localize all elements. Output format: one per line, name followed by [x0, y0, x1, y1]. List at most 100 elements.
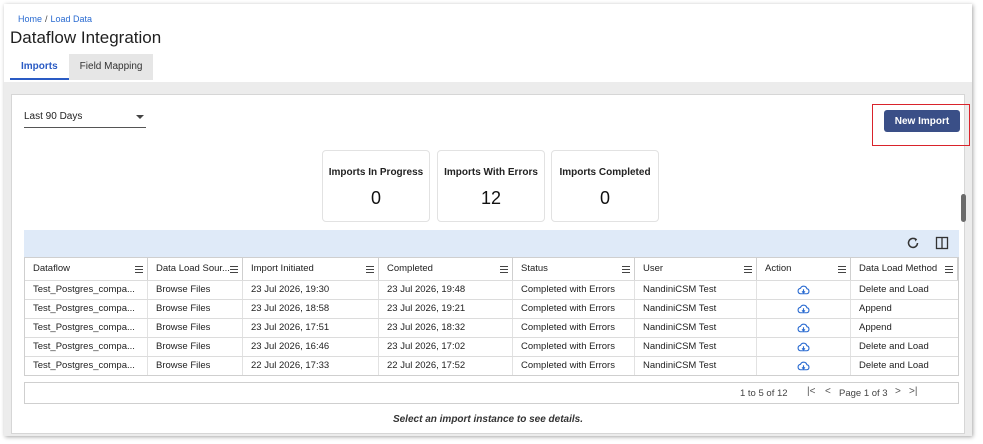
prev-page-button[interactable]: < [825, 386, 831, 397]
breadcrumb: Home / Load Data [18, 14, 92, 24]
stat-label: Imports Completed [559, 167, 651, 178]
cell-completed: 23 Jul 2026, 19:21 [379, 300, 513, 318]
refresh-icon[interactable] [906, 236, 920, 250]
column-header-completed[interactable]: Completed [379, 258, 513, 280]
column-header-status[interactable]: Status [513, 258, 635, 280]
chevron-down-icon [136, 115, 144, 119]
column-header-data-load-source[interactable]: Data Load Sour... [148, 258, 243, 280]
table-row[interactable]: Test_Postgres_compa... Browse Files 23 J… [25, 318, 958, 337]
cell-dataflow: Test_Postgres_compa... [25, 338, 148, 356]
column-header-dataflow[interactable]: Dataflow [25, 258, 148, 280]
cell-dataflow: Test_Postgres_compa... [25, 319, 148, 337]
imports-grid: Dataflow Data Load Sour... Import Initia… [24, 257, 959, 376]
pager-page-text: Page 1 of 3 [839, 388, 888, 399]
cell-user: NandiniCSM Test [635, 338, 757, 356]
breadcrumb-home-link[interactable]: Home [18, 14, 42, 24]
selection-hint: Select an import instance to see details… [392, 414, 584, 425]
cell-completed: 23 Jul 2026, 19:48 [379, 281, 513, 299]
cell-import-initiated: 23 Jul 2026, 17:51 [243, 319, 379, 337]
download-icon[interactable] [797, 303, 810, 316]
pager-summary: 1 to 5 of 12 [740, 388, 788, 399]
table-row[interactable]: Test_Postgres_compa... Browse Files 22 J… [25, 356, 958, 375]
cell-dataflow: Test_Postgres_compa... [25, 300, 148, 318]
date-range-select[interactable]: Last 90 Days [24, 110, 146, 128]
grid-pager: 1 to 5 of 12 |< < Page 1 of 3 > >| [24, 382, 959, 404]
download-icon[interactable] [797, 284, 810, 297]
stat-card-with-errors: Imports With Errors 12 [437, 150, 545, 222]
cell-user: NandiniCSM Test [635, 357, 757, 375]
breadcrumb-current-link[interactable]: Load Data [51, 14, 93, 24]
columns-icon[interactable] [935, 236, 949, 250]
cell-status: Completed with Errors [513, 319, 635, 337]
grid-toolbar [24, 230, 959, 257]
stat-label: Imports In Progress [328, 167, 424, 178]
cell-status: Completed with Errors [513, 300, 635, 318]
download-icon[interactable] [797, 322, 810, 335]
cell-dataflow: Test_Postgres_compa... [25, 357, 148, 375]
cell-data-load-source: Browse Files [148, 357, 243, 375]
cell-status: Completed with Errors [513, 357, 635, 375]
cell-user: NandiniCSM Test [635, 300, 757, 318]
stat-value: 0 [599, 188, 610, 208]
column-header-action[interactable]: Action [757, 258, 851, 280]
cell-data-load-source: Browse Files [148, 300, 243, 318]
column-header-import-initiated[interactable]: Import Initiated [243, 258, 379, 280]
table-row[interactable]: Test_Postgres_compa... Browse Files 23 J… [25, 280, 958, 299]
cell-action [757, 300, 851, 318]
stat-card-completed: Imports Completed 0 [551, 150, 659, 222]
cell-import-initiated: 23 Jul 2026, 16:46 [243, 338, 379, 356]
cell-status: Completed with Errors [513, 281, 635, 299]
cell-completed: 22 Jul 2026, 17:52 [379, 357, 513, 375]
column-header-user[interactable]: User [635, 258, 757, 280]
grid-header-row: Dataflow Data Load Sour... Import Initia… [25, 257, 958, 280]
table-row[interactable]: Test_Postgres_compa... Browse Files 23 J… [25, 299, 958, 318]
cell-completed: 23 Jul 2026, 17:02 [379, 338, 513, 356]
breadcrumb-separator: / [45, 14, 48, 24]
tab-bar: Imports Field Mapping [10, 54, 154, 80]
column-header-data-load-method[interactable]: Data Load Method [851, 258, 958, 280]
stat-value: 0 [370, 188, 381, 208]
menu-icon[interactable] [744, 266, 752, 273]
cell-import-initiated: 23 Jul 2026, 18:58 [243, 300, 379, 318]
last-page-button[interactable]: >| [909, 386, 917, 397]
date-range-value: Last 90 Days [24, 111, 83, 122]
tab-field-mapping[interactable]: Field Mapping [68, 54, 154, 80]
cell-data-load-method: Append [859, 303, 892, 314]
cell-user: NandiniCSM Test [635, 281, 757, 299]
cell-completed: 23 Jul 2026, 18:32 [379, 319, 513, 337]
menu-icon[interactable] [135, 266, 143, 273]
cell-dataflow: Test_Postgres_compa... [25, 281, 148, 299]
cell-action [757, 338, 851, 356]
cell-status: Completed with Errors [513, 338, 635, 356]
page-scrollbar[interactable] [961, 194, 966, 222]
stat-label: Imports With Errors [444, 167, 538, 178]
cell-data-load-method: Append [859, 322, 892, 333]
first-page-button[interactable]: |< [807, 386, 815, 397]
new-import-button[interactable]: New Import [884, 110, 960, 132]
cell-data-load-method: Delete and Load [859, 360, 929, 371]
cell-data-load-source: Browse Files [148, 338, 243, 356]
cell-import-initiated: 23 Jul 2026, 19:30 [243, 281, 379, 299]
cell-data-load-source: Browse Files [148, 281, 243, 299]
menu-icon[interactable] [622, 266, 630, 273]
stat-value: 12 [480, 188, 502, 208]
cell-action [757, 281, 851, 299]
download-icon[interactable] [797, 341, 810, 354]
download-icon[interactable] [797, 360, 810, 373]
cell-import-initiated: 22 Jul 2026, 17:33 [243, 357, 379, 375]
menu-icon[interactable] [838, 266, 846, 273]
page-title: Dataflow Integration [10, 28, 162, 47]
menu-icon[interactable] [500, 266, 508, 273]
next-page-button[interactable]: > [895, 386, 901, 397]
cell-action [757, 357, 851, 375]
app-window: Home / Load Data Dataflow Integration Impo… [4, 4, 972, 436]
menu-icon[interactable] [230, 266, 238, 273]
cell-data-load-source: Browse Files [148, 319, 243, 337]
cell-action [757, 319, 851, 337]
stat-card-in-progress: Imports In Progress 0 [322, 150, 430, 222]
menu-icon[interactable] [945, 266, 953, 273]
cell-data-load-method: Delete and Load [859, 284, 929, 295]
table-row[interactable]: Test_Postgres_compa... Browse Files 23 J… [25, 337, 958, 356]
tab-imports[interactable]: Imports [10, 54, 69, 80]
menu-icon[interactable] [366, 266, 374, 273]
